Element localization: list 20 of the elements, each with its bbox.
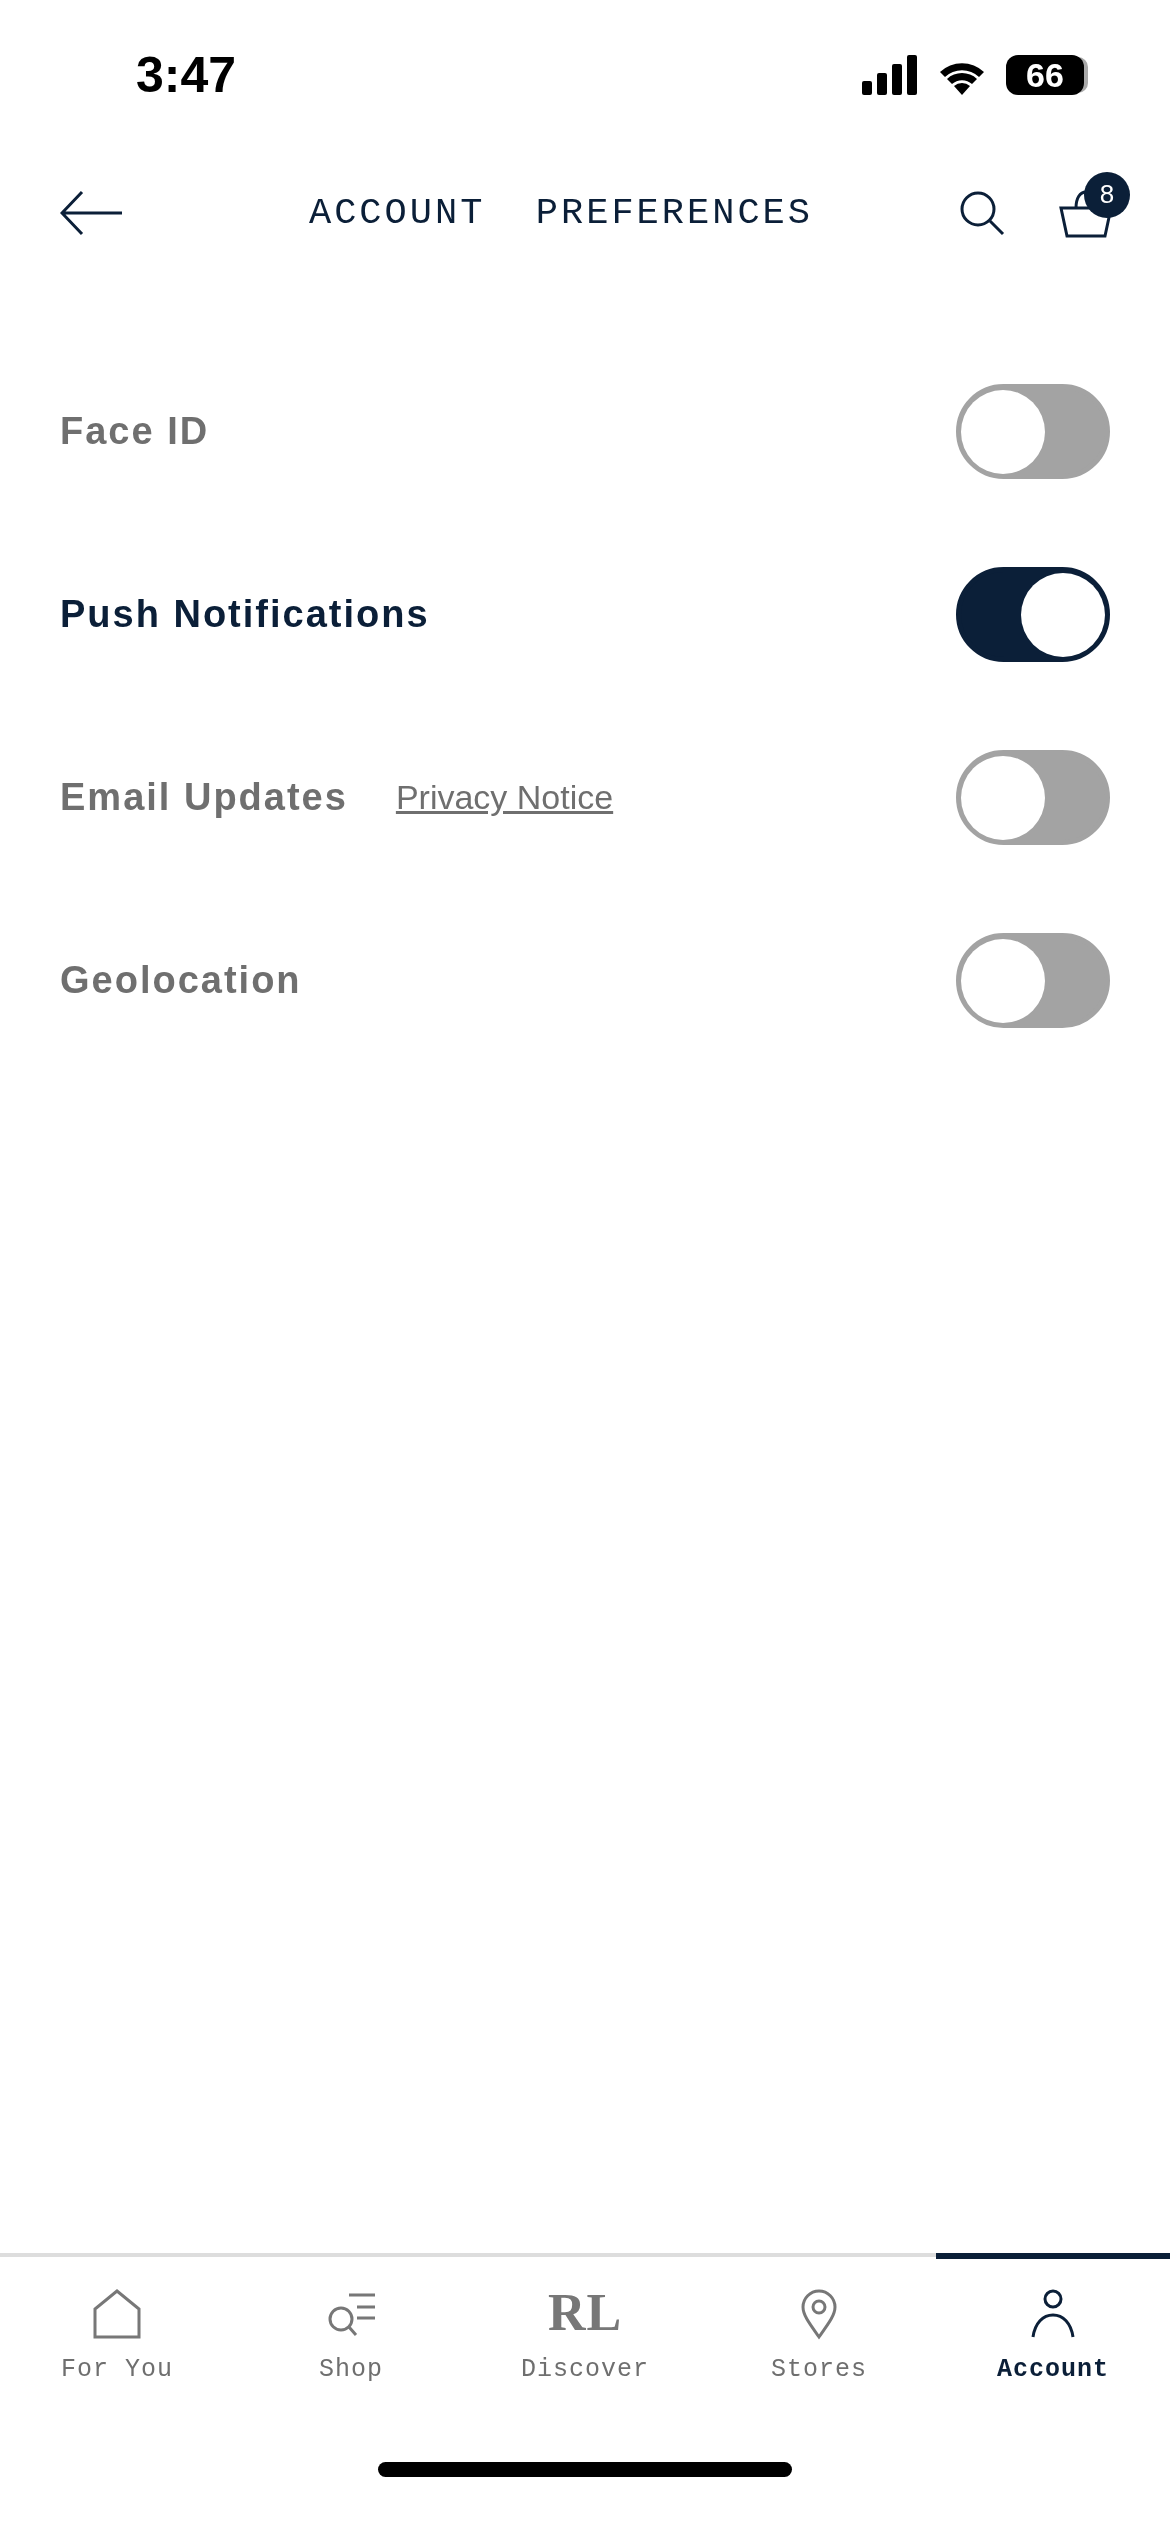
tab-label: Discover <box>521 2355 649 2384</box>
cart-button[interactable]: 8 <box>1058 171 1130 238</box>
setting-label: Geolocation <box>60 959 302 1002</box>
signal-icon <box>862 55 918 95</box>
setting-label: Push Notifications <box>60 593 430 636</box>
tab-bar-item[interactable]: RL Discover <box>468 2253 702 2407</box>
tab-bar-item[interactable]: Account <box>936 2253 1170 2407</box>
privacy-link[interactable]: Privacy Notice <box>395 778 614 817</box>
setting-label: Face ID <box>60 410 210 453</box>
tab-label: For You <box>61 2355 173 2384</box>
tab-label: Account <box>997 2355 1109 2384</box>
tab-bar-item[interactable]: Shop <box>234 2253 468 2407</box>
tab-bar-item[interactable]: Stores <box>702 2253 936 2407</box>
page-title: ACCOUNT PREFERENCES <box>307 191 815 234</box>
tab-bar-item[interactable]: For You <box>0 2253 234 2407</box>
setting-label: Email Updates <box>60 776 348 819</box>
tab-label: Stores <box>771 2355 867 2384</box>
status-time: 3:47 <box>136 46 237 104</box>
tab-label: Shop <box>319 2355 383 2384</box>
brand-logo: RL <box>547 2285 623 2341</box>
